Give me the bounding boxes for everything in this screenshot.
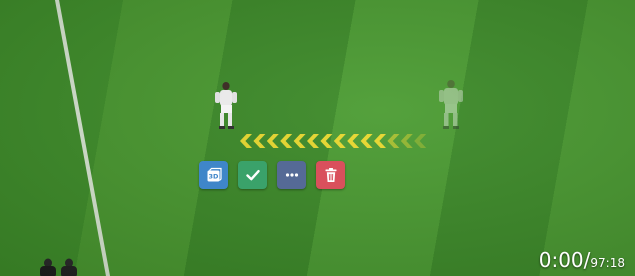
arrow-chevron [266, 134, 279, 148]
trash-icon [325, 168, 336, 182]
arrow-chevron [387, 134, 400, 148]
arrow-chevron [307, 134, 319, 148]
more-options-button[interactable] [277, 161, 306, 189]
spectators [40, 258, 77, 276]
delete-button[interactable] [316, 161, 345, 189]
arrow-chevron [400, 134, 413, 148]
arrow-chevron [253, 134, 266, 148]
annotation-toolbar: 3D [199, 161, 345, 189]
confirm-button[interactable] [238, 161, 267, 189]
time-display: 0:00/97:18 [539, 248, 625, 272]
arrow-chevron [293, 134, 306, 148]
arrow-chevron [333, 134, 346, 148]
arrow-chevron [360, 134, 373, 148]
3d-cube-icon: 3D [207, 167, 222, 182]
3d-view-button[interactable]: 3D [199, 161, 228, 189]
video-frame[interactable]: 3D 0:00/97:18 [0, 0, 635, 276]
arrow-chevron [414, 134, 427, 148]
arrow-chevron [374, 134, 386, 148]
player-figure[interactable] [212, 82, 240, 132]
check-icon [245, 170, 260, 181]
3d-label: 3D [208, 173, 219, 181]
arrow-chevron [280, 134, 293, 148]
current-time: 0:00 [538, 248, 584, 272]
movement-arrow[interactable] [236, 131, 444, 151]
arrow-chevron [347, 134, 360, 148]
ellipsis-icon [285, 173, 298, 177]
arrow-chevron [240, 134, 252, 148]
ghost-player-figure[interactable] [436, 80, 466, 132]
total-time: 97:18 [590, 256, 625, 270]
arrow-chevron [320, 134, 333, 148]
